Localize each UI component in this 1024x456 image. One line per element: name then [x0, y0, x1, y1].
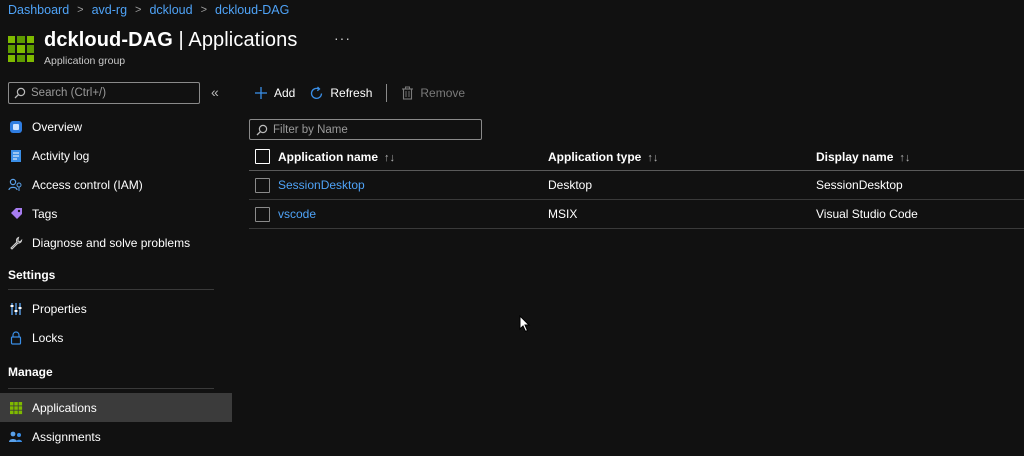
- properties-icon: [8, 301, 23, 316]
- breadcrumb-separator: >: [200, 4, 207, 16]
- display-name-cell: Visual Studio Code: [816, 207, 918, 221]
- sidebar-item-access-control[interactable]: Access control (IAM): [0, 170, 232, 199]
- breadcrumb: Dashboard > avd-rg > dckloud > dckloud-D…: [8, 2, 289, 18]
- iam-icon: [8, 177, 23, 192]
- sidebar-item-applications[interactable]: Applications: [0, 393, 232, 422]
- table-row[interactable]: SessionDesktop Desktop SessionDesktop: [249, 171, 1024, 200]
- application-type-cell: Desktop: [548, 178, 593, 192]
- filter-by-name-input[interactable]: Filter by Name: [249, 119, 482, 140]
- overview-icon: [8, 119, 23, 134]
- sidebar-item-properties[interactable]: Properties: [0, 294, 232, 323]
- column-header-application-name[interactable]: Application name ↑↓: [278, 150, 548, 164]
- select-all-checkbox[interactable]: [255, 149, 270, 164]
- page-title: dckloud-DAG | Applications: [44, 29, 298, 51]
- assignments-icon: [8, 429, 23, 444]
- mouse-cursor-icon: [519, 315, 531, 333]
- application-name-link[interactable]: vscode: [278, 207, 316, 221]
- sidebar-divider: [8, 289, 214, 290]
- sidebar-search-input[interactable]: Search (Ctrl+/): [8, 82, 200, 104]
- add-button[interactable]: Add: [254, 86, 295, 100]
- sort-icon: ↑↓: [647, 151, 659, 164]
- sidebar-item-assignments[interactable]: Assignments: [0, 422, 232, 451]
- display-name-cell: SessionDesktop: [816, 178, 903, 192]
- sidebar-section-settings: Settings: [8, 268, 56, 282]
- search-icon: [256, 124, 268, 135]
- trash-icon: [401, 86, 414, 100]
- page-header: dckloud-DAG | Applications Application g…: [8, 28, 297, 67]
- sidebar-nav: Overview Activity log Access control (IA…: [0, 112, 232, 451]
- toolbar-divider: [386, 84, 388, 102]
- sidebar-item-locks[interactable]: Locks: [0, 323, 232, 352]
- applications-table: Application name ↑↓ Application type ↑↓ Di…: [249, 143, 1024, 229]
- refresh-icon: [309, 86, 324, 101]
- sidebar-divider: [8, 388, 214, 389]
- page-subtitle: Application group: [44, 55, 126, 67]
- more-options-icon[interactable]: ···: [334, 30, 351, 46]
- sort-icon: ↑↓: [899, 151, 911, 164]
- tag-icon: [8, 206, 23, 221]
- refresh-button[interactable]: Refresh: [309, 86, 372, 101]
- sidebar-item-overview[interactable]: Overview: [0, 112, 232, 141]
- application-name-link[interactable]: SessionDesktop: [278, 178, 365, 192]
- table-header: Application name ↑↓ Application type ↑↓ Di…: [249, 143, 1024, 171]
- search-icon: [14, 87, 26, 99]
- column-header-display-name[interactable]: Display name ↑↓: [816, 150, 1016, 164]
- row-checkbox[interactable]: [255, 206, 270, 222]
- sidebar-item-activity-log[interactable]: Activity log: [0, 141, 232, 170]
- collapse-sidebar-icon[interactable]: «: [211, 84, 219, 100]
- applications-icon: [8, 400, 23, 415]
- breadcrumb-resource-group[interactable]: avd-rg: [92, 3, 127, 17]
- plus-icon: [254, 86, 268, 100]
- row-checkbox[interactable]: [255, 177, 270, 193]
- breadcrumb-separator: >: [135, 4, 142, 16]
- breadcrumb-dashboard[interactable]: Dashboard: [8, 3, 69, 17]
- breadcrumb-app-group[interactable]: dckloud-DAG: [215, 3, 289, 17]
- activity-log-icon: [8, 148, 23, 163]
- sidebar-section-manage: Manage: [8, 365, 53, 379]
- breadcrumb-separator: >: [77, 4, 84, 16]
- wrench-icon: [8, 235, 23, 250]
- sort-icon: ↑↓: [384, 151, 396, 164]
- column-header-application-type[interactable]: Application type ↑↓: [548, 150, 816, 164]
- breadcrumb-host-pool[interactable]: dckloud: [149, 3, 192, 17]
- sidebar-item-tags[interactable]: Tags: [0, 199, 232, 228]
- table-row[interactable]: vscode MSIX Visual Studio Code: [249, 200, 1024, 229]
- command-bar: Add Refresh Remove: [254, 84, 479, 102]
- application-type-cell: MSIX: [548, 207, 578, 221]
- sidebar-item-diagnose[interactable]: Diagnose and solve problems: [0, 228, 232, 257]
- remove-button[interactable]: Remove: [401, 86, 465, 100]
- lock-icon: [8, 330, 23, 345]
- application-group-icon: [8, 36, 34, 62]
